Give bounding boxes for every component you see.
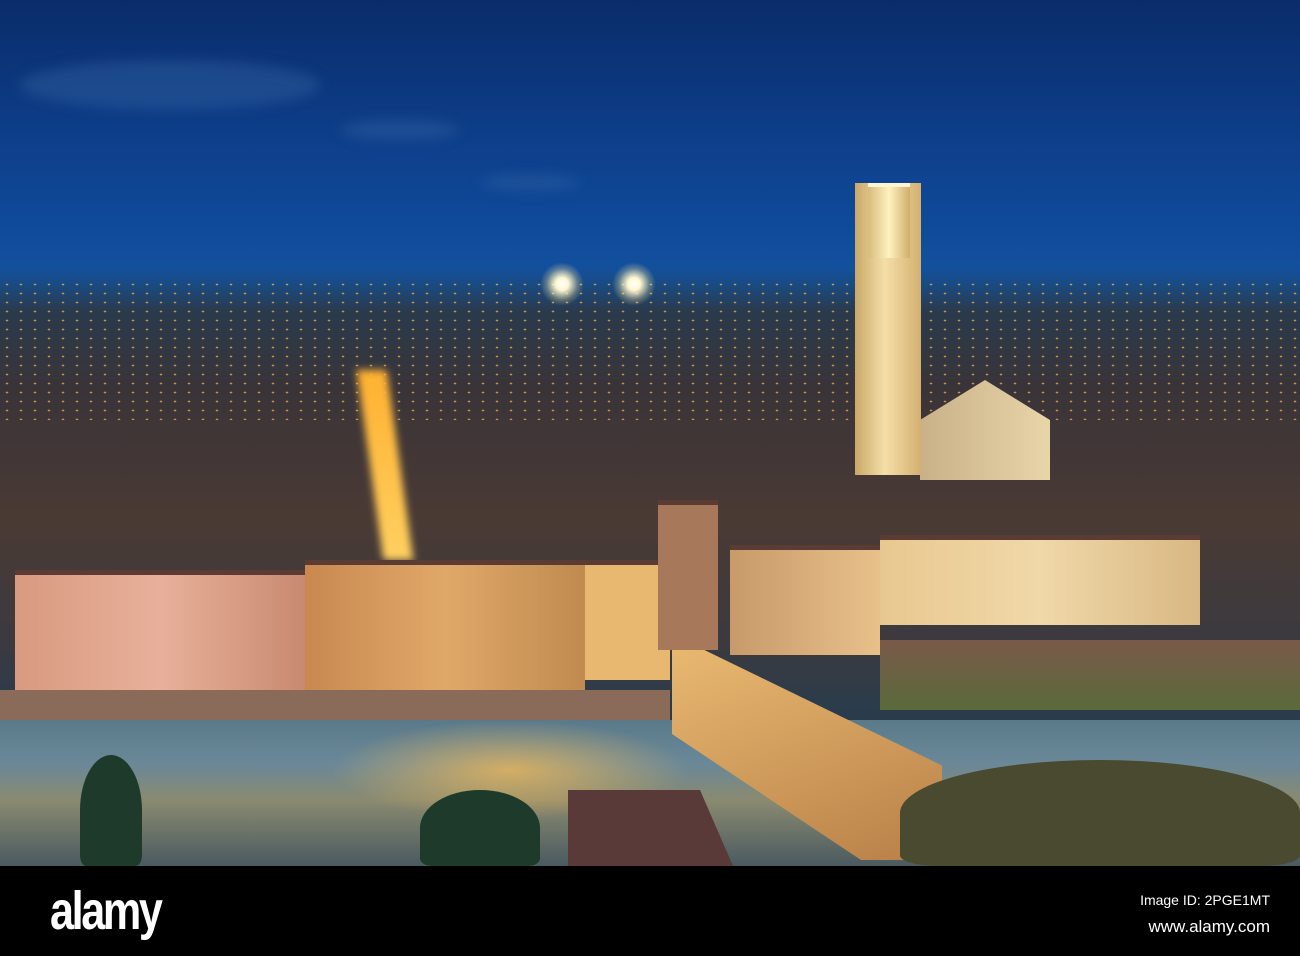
bell-tower-belfry bbox=[868, 183, 910, 258]
riverside-buildings bbox=[15, 570, 305, 690]
tree bbox=[420, 790, 540, 866]
site-url: www.alamy.com bbox=[1148, 917, 1270, 936]
city-photo bbox=[0, 0, 1300, 866]
stadium-light bbox=[612, 262, 656, 306]
image-id: Image ID: 2PGE1MT bbox=[1140, 892, 1270, 908]
watermark-bar bbox=[0, 866, 1300, 956]
foreground-foliage bbox=[900, 760, 1300, 866]
cloud bbox=[20, 60, 320, 110]
stadium-light bbox=[540, 262, 584, 306]
palazzo bbox=[880, 535, 1200, 625]
city-lights bbox=[0, 280, 1300, 420]
riverside-buildings bbox=[305, 560, 585, 690]
gate-tower bbox=[658, 500, 718, 650]
alamy-logo: alamy bbox=[50, 881, 163, 941]
cloud bbox=[480, 175, 580, 190]
cloud bbox=[340, 120, 460, 140]
river-bank bbox=[880, 640, 1300, 710]
building bbox=[730, 545, 880, 655]
cypress-tree bbox=[80, 755, 142, 866]
